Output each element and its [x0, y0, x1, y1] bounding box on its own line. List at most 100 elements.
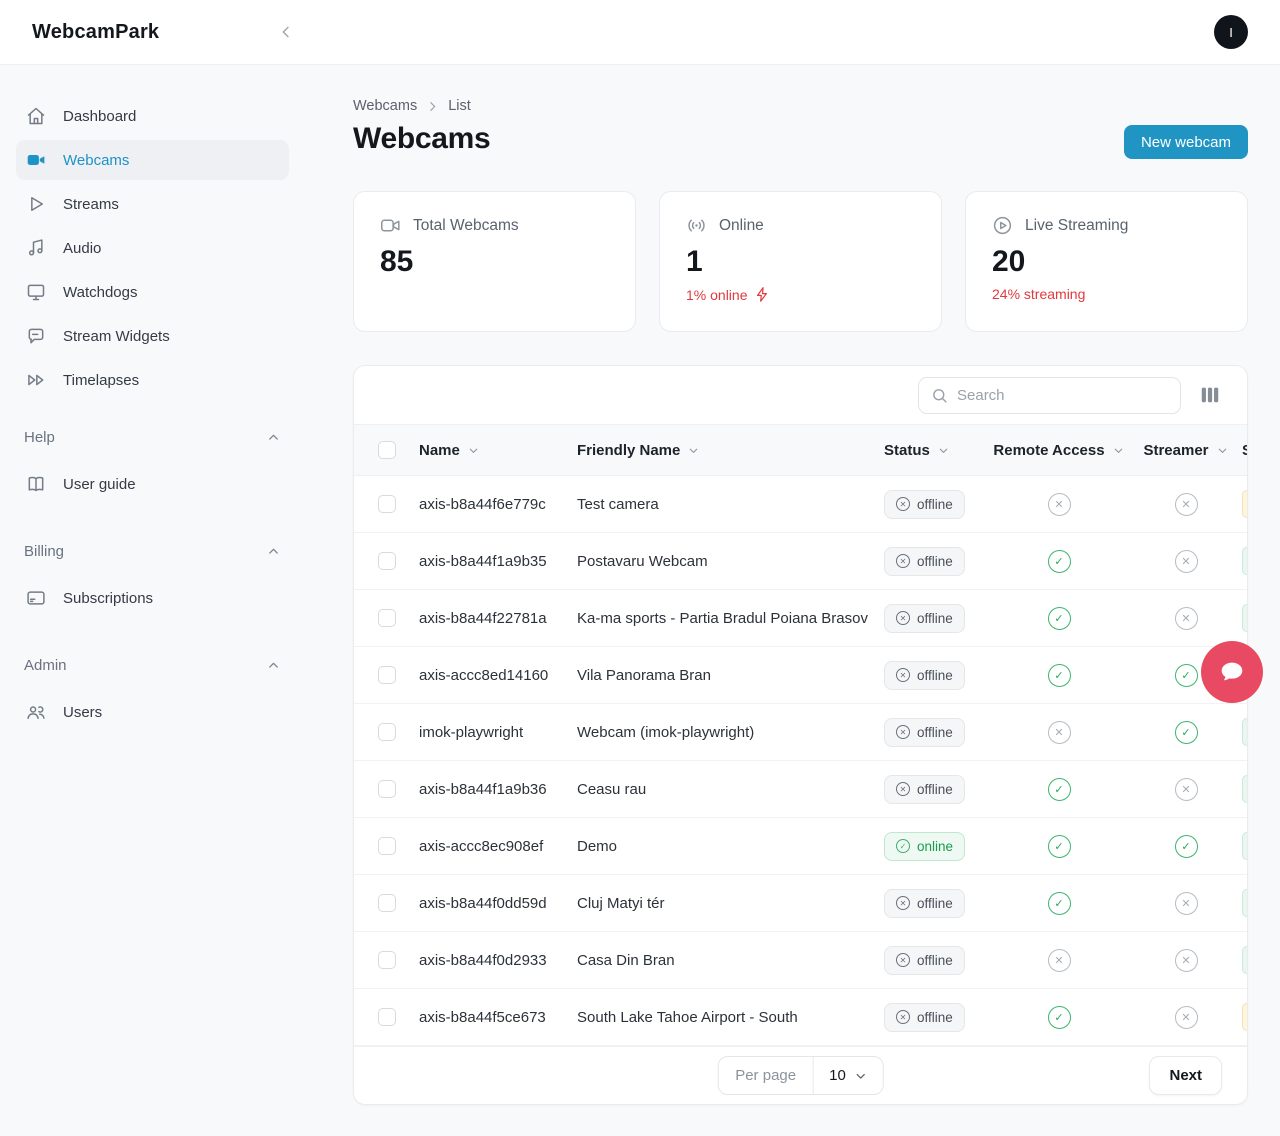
sidebar-item-label: Audio	[63, 240, 101, 257]
stat-card-live-streaming: Live Streaming 20 24% streaming	[965, 191, 1248, 332]
sidebar-collapse-button[interactable]	[276, 22, 296, 42]
table-row[interactable]: axis-accc8ec908ef Demo online	[354, 818, 1247, 875]
sidebar-item-label: Stream Widgets	[63, 328, 170, 345]
per-page-select[interactable]: 10	[814, 1067, 883, 1084]
streamer-state-icon	[1175, 493, 1198, 516]
chevron-down-icon[interactable]	[1112, 444, 1125, 457]
row-checkbox[interactable]	[378, 495, 396, 513]
user-avatar[interactable]: I	[1214, 15, 1248, 49]
stat-subtext: 1% online	[686, 286, 915, 303]
chevron-left-icon	[278, 24, 294, 40]
sidebar-item-users[interactable]: Users	[16, 692, 289, 732]
status-badge: offline	[884, 547, 965, 576]
column-header-status: Status	[884, 442, 930, 459]
truncated-badge	[1242, 946, 1247, 974]
credit-card-icon	[26, 588, 46, 608]
table-row[interactable]: axis-b8a44f0dd59d Cluj Matyi tér offline	[354, 875, 1247, 932]
sidebar-item-subscriptions[interactable]: Subscriptions	[16, 578, 289, 618]
row-checkbox[interactable]	[378, 1008, 396, 1026]
table-row[interactable]: axis-b8a44f1a9b36 Ceasu rau offline	[354, 761, 1247, 818]
table-row[interactable]: axis-accc8ed14160 Vila Panorama Bran off…	[354, 647, 1247, 704]
webcam-friendly-name: Webcam (imok-playwright)	[577, 724, 884, 741]
row-checkbox[interactable]	[378, 723, 396, 741]
table-row[interactable]: imok-playwright Webcam (imok-playwright)…	[354, 704, 1247, 761]
per-page-control: Per page 10	[717, 1056, 884, 1095]
webcam-friendly-name: South Lake Tahoe Airport - South	[577, 1009, 884, 1026]
webcam-name: axis-accc8ed14160	[419, 667, 577, 684]
truncated-badge	[1242, 547, 1247, 575]
section-title: Billing	[24, 543, 64, 560]
table-row[interactable]: axis-b8a44f6e779c Test camera offline	[354, 476, 1247, 533]
row-checkbox[interactable]	[378, 780, 396, 798]
table-row[interactable]: axis-b8a44f22781a Ka-ma sports - Partia …	[354, 590, 1247, 647]
chevron-down-icon	[854, 1069, 868, 1083]
chevron-down-icon[interactable]	[1216, 444, 1229, 457]
search-input[interactable]	[957, 387, 1168, 404]
remote-access-state-icon	[1048, 949, 1071, 972]
truncated-badge	[1242, 490, 1247, 518]
truncated-badge	[1242, 889, 1247, 917]
top-bar: WebcamPark I	[0, 0, 1280, 65]
next-page-button[interactable]: Next	[1149, 1056, 1222, 1095]
stat-label: Live Streaming	[1025, 217, 1128, 235]
row-checkbox[interactable]	[378, 609, 396, 627]
table-row[interactable]: axis-b8a44f5ce673 South Lake Tahoe Airpo…	[354, 989, 1247, 1046]
row-checkbox[interactable]	[378, 951, 396, 969]
sidebar-item-stream-widgets[interactable]: Stream Widgets	[16, 316, 289, 356]
webcam-name: axis-b8a44f22781a	[419, 610, 577, 627]
stat-value: 20	[992, 245, 1221, 279]
row-checkbox[interactable]	[378, 894, 396, 912]
sidebar-item-user-guide[interactable]: User guide	[16, 464, 289, 504]
table-header-row: Name Friendly Name Status Remote Access …	[354, 424, 1247, 476]
remote-access-state-icon	[1048, 1006, 1071, 1029]
chevron-up-icon[interactable]	[266, 544, 281, 559]
chevron-up-icon[interactable]	[266, 430, 281, 445]
streamer-state-icon	[1175, 1006, 1198, 1029]
sidebar-item-streams[interactable]: Streams	[16, 184, 289, 224]
table-toolbar	[354, 366, 1247, 424]
broadcast-icon	[686, 215, 707, 236]
sidebar-item-label: User guide	[63, 476, 136, 493]
webcam-name: axis-b8a44f6e779c	[419, 496, 577, 513]
sidebar-item-label: Webcams	[63, 152, 129, 169]
chevron-down-icon[interactable]	[467, 444, 480, 457]
sidebar-item-audio[interactable]: Audio	[16, 228, 289, 268]
webcam-friendly-name: Demo	[577, 838, 884, 855]
chevron-up-icon[interactable]	[266, 658, 281, 673]
webcam-friendly-name: Ka-ma sports - Partia Bradul Poiana Bras…	[577, 610, 884, 627]
status-badge: offline	[884, 604, 965, 633]
sidebar-item-dashboard[interactable]: Dashboard	[16, 96, 289, 136]
sidebar-item-webcams[interactable]: Webcams	[16, 140, 289, 180]
webcam-friendly-name: Cluj Matyi tér	[577, 895, 884, 912]
webcam-name: axis-b8a44f1a9b35	[419, 553, 577, 570]
book-icon	[26, 474, 46, 494]
stat-subtext: 24% streaming	[992, 286, 1221, 302]
video-camera-icon	[380, 215, 401, 236]
sidebar-item-watchdogs[interactable]: Watchdogs	[16, 272, 289, 312]
truncated-badge	[1242, 832, 1247, 860]
status-badge: offline	[884, 775, 965, 804]
row-checkbox[interactable]	[378, 666, 396, 684]
breadcrumb-webcams[interactable]: Webcams	[353, 98, 417, 114]
stat-card-online: Online 1 1% online	[659, 191, 942, 332]
chat-launcher-button[interactable]	[1201, 641, 1263, 703]
chevron-down-icon[interactable]	[937, 444, 950, 457]
row-checkbox[interactable]	[378, 837, 396, 855]
streamer-state-icon	[1175, 778, 1198, 801]
select-all-checkbox[interactable]	[378, 441, 396, 459]
chevron-down-icon[interactable]	[687, 444, 700, 457]
webcam-name: axis-b8a44f0d2933	[419, 952, 577, 969]
fast-forward-icon	[26, 370, 46, 390]
table-row[interactable]: axis-b8a44f1a9b35 Postavaru Webcam offli…	[354, 533, 1247, 590]
play-circle-icon	[992, 215, 1013, 236]
sidebar-item-timelapses[interactable]: Timelapses	[16, 360, 289, 400]
music-note-icon	[26, 238, 46, 258]
sidebar-item-label: Streams	[63, 196, 119, 213]
status-badge: offline	[884, 490, 965, 519]
columns-icon[interactable]	[1199, 384, 1221, 406]
table-row[interactable]: axis-b8a44f0d2933 Casa Din Bran offline	[354, 932, 1247, 989]
row-checkbox[interactable]	[378, 552, 396, 570]
breadcrumb-list[interactable]: List	[448, 98, 471, 114]
search-box	[918, 377, 1181, 414]
new-webcam-button[interactable]: New webcam	[1124, 125, 1248, 159]
